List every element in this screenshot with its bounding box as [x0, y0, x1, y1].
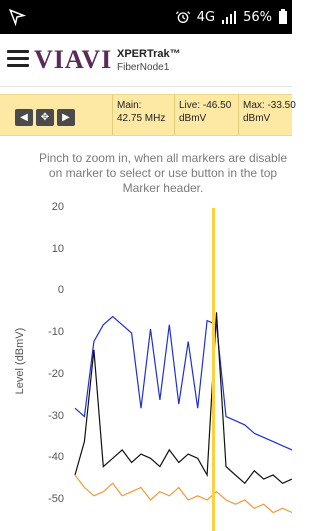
svg-text:VIAVI: VIAVI — [34, 46, 112, 74]
status-icons: 4G 56% — [175, 0, 292, 34]
app-bar: VIAVI XPERTrak™ FiberNode1 — [0, 34, 292, 87]
battery-icon — [279, 9, 287, 24]
menu-icon[interactable] — [7, 50, 29, 68]
frequency-marker-line[interactable] — [212, 208, 215, 531]
series-line-2 — [74, 474, 292, 514]
marker-main[interactable]: Main: 42.75 MHz — [117, 99, 167, 125]
signal-icon — [222, 11, 237, 24]
status-bar: 4G 56% — [0, 0, 292, 34]
spectrum-chart[interactable] — [0, 200, 292, 531]
marker-max[interactable]: Max: -33.50 dBmV — [243, 99, 303, 125]
network-type: 4G — [196, 9, 216, 25]
battery-level: 56% — [243, 9, 272, 25]
hint-line-2: on marker to select or use button in the… — [48, 166, 278, 180]
app-subtitle: FiberNode1 — [117, 62, 170, 73]
move-icon[interactable]: ✥ — [36, 109, 54, 126]
instruction-text: Pinch to zoom in, when all markers are d… — [28, 151, 298, 196]
navigation-arrow-icon — [8, 8, 26, 26]
marker-header: ◀ ✥ ▶ Main: 42.75 MHz Live: -46.50 dBmV … — [0, 94, 296, 136]
right-arrow-icon[interactable]: ▶ — [57, 109, 75, 126]
divider — [238, 95, 239, 135]
divider — [112, 95, 113, 135]
alarm-icon — [175, 11, 190, 23]
divider — [174, 95, 175, 135]
app-title: XPERTrak™ — [117, 48, 181, 60]
series-line-1 — [74, 312, 292, 485]
hint-line-3: Marker header. — [122, 181, 204, 195]
marker-live[interactable]: Live: -46.50 dBmV — [179, 99, 234, 125]
viavi-logo: VIAVI — [34, 46, 112, 74]
marker-nav: ◀ ✥ ▶ — [15, 109, 75, 126]
series-line-0 — [74, 315, 292, 451]
hint-line-1: Pinch to zoom in, when all markers are d… — [38, 151, 288, 165]
left-arrow-icon[interactable]: ◀ — [15, 109, 33, 126]
